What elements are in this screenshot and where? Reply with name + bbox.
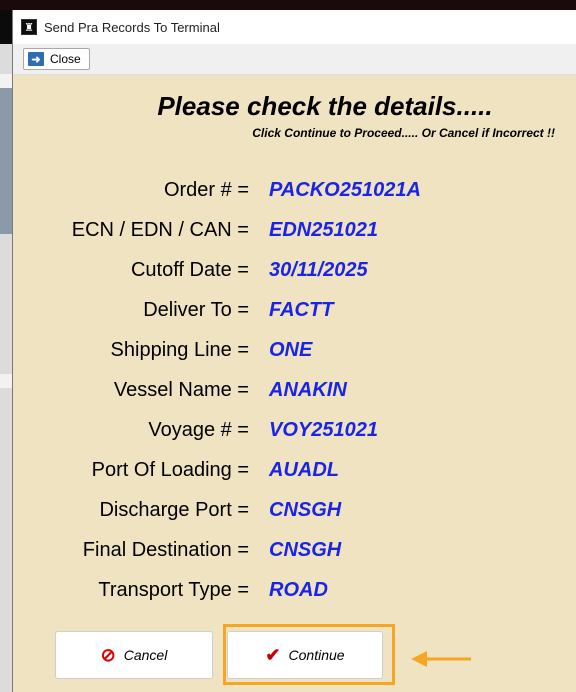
details-panel: Please check the details..... Click Cont… <box>13 75 576 692</box>
detail-label: Deliver To = <box>143 298 249 321</box>
close-button-label: Close <box>50 52 81 66</box>
detail-value: 30/11/2025 <box>269 258 368 281</box>
dialog-subheading: Click Continue to Proceed..... Or Cancel… <box>252 126 555 140</box>
detail-row-discharge-port: Discharge Port = CNSGH <box>13 490 576 530</box>
toolbar: ➜ Close <box>13 44 576 75</box>
detail-value: ANAKIN <box>269 378 347 401</box>
detail-value: PACKO251021A <box>269 178 421 201</box>
detail-label: Voyage # = <box>148 418 249 441</box>
detail-label: Shipping Line = <box>110 338 249 361</box>
detail-label: Cutoff Date = <box>130 258 249 281</box>
cancel-button[interactable]: ⊘ Cancel <box>55 631 213 679</box>
exit-arrow-icon: ➜ <box>28 52 44 66</box>
detail-row-transport-type: Transport Type = ROAD <box>13 570 576 610</box>
detail-value: CNSGH <box>269 538 342 561</box>
background-app-strip <box>0 0 576 10</box>
detail-row-shipping-line: Shipping Line = ONE <box>13 330 576 370</box>
detail-label: Vessel Name = <box>113 378 249 401</box>
detail-row-final-destination: Final Destination = CNSGH <box>13 530 576 570</box>
dialog-heading: Please check the details..... <box>157 91 493 121</box>
background-thumbnail <box>0 84 12 234</box>
detail-row-cutoff-date: Cutoff Date = 30/11/2025 <box>13 250 576 290</box>
detail-row-voyage: Voyage # = VOY251021 <box>13 410 576 450</box>
details-list: Order # = PACKO251021A ECN / EDN / CAN =… <box>13 170 576 610</box>
detail-value: EDN251021 <box>269 218 378 241</box>
detail-value: ROAD <box>269 578 328 601</box>
detail-value: AUADL <box>269 458 339 481</box>
send-records-dialog: ♜ Send Pra Records To Terminal ➜ Close P… <box>12 10 576 692</box>
detail-label: Transport Type = <box>98 578 249 601</box>
no-entry-icon: ⊘ <box>100 644 116 665</box>
checkmark-icon: ✔ <box>265 644 281 665</box>
detail-value: FACTT <box>269 298 334 321</box>
detail-value: CNSGH <box>269 498 342 521</box>
detail-value: VOY251021 <box>269 418 378 441</box>
detail-row-port-of-loading: Port Of Loading = AUADL <box>13 450 576 490</box>
detail-row-ecn: ECN / EDN / CAN = EDN251021 <box>13 210 576 250</box>
cancel-button-label: Cancel <box>123 647 168 663</box>
app-icon: ♜ <box>21 19 37 35</box>
background-marker <box>0 374 12 388</box>
detail-label: ECN / EDN / CAN = <box>71 218 249 241</box>
detail-row-deliver-to: Deliver To = FACTT <box>13 290 576 330</box>
detail-label: Order # = <box>163 178 249 201</box>
continue-button[interactable]: ✔ Continue <box>227 631 383 679</box>
detail-row-vessel-name: Vessel Name = ANAKIN <box>13 370 576 410</box>
detail-label: Final Destination = <box>82 538 249 561</box>
background-marker <box>0 74 12 88</box>
arrow-left-icon <box>411 651 471 667</box>
title-bar: ♜ Send Pra Records To Terminal <box>13 10 576 44</box>
detail-value: ONE <box>269 338 313 361</box>
close-button[interactable]: ➜ Close <box>23 48 90 70</box>
detail-label: Port Of Loading = <box>91 458 249 481</box>
window-title: Send Pra Records To Terminal <box>44 19 220 35</box>
continue-button-label: Continue <box>288 647 345 663</box>
detail-row-order: Order # = PACKO251021A <box>13 170 576 210</box>
detail-label: Discharge Port = <box>99 498 249 521</box>
